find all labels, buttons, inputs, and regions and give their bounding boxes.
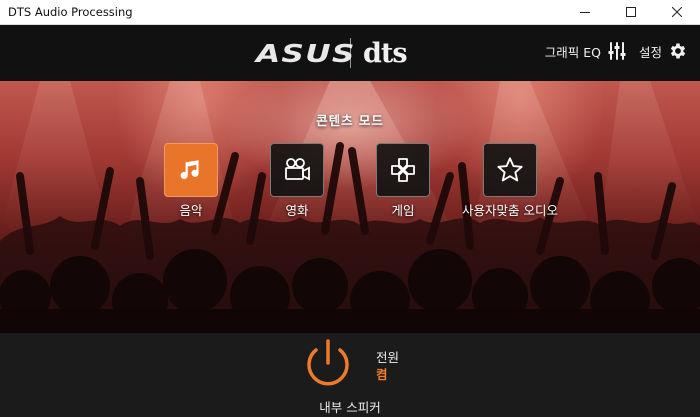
gear-icon — [670, 43, 686, 59]
output-device-label: 내부 스피커 — [319, 400, 381, 415]
mode-movie-button[interactable] — [270, 143, 324, 197]
gamepad-icon — [391, 158, 415, 182]
dts-logo: dts — [363, 37, 408, 69]
music-note-icon — [180, 160, 199, 180]
window-title: DTS Audio Processing — [8, 5, 133, 19]
power-state: 켬 — [376, 367, 388, 382]
app-header: ASUS dts 그래픽 EQ 설정 — [0, 25, 700, 81]
graphic-eq-button[interactable]: 그래픽 EQ — [545, 41, 627, 61]
close-button[interactable] — [654, 0, 700, 25]
power-icon — [307, 339, 349, 386]
settings-label: 설정 — [638, 44, 662, 60]
asus-logo: ASUS — [256, 38, 356, 68]
mode-custom-audio-button[interactable] — [483, 143, 537, 197]
movie-camera-icon — [285, 158, 310, 181]
brand-logo: ASUS dts — [256, 37, 408, 69]
minimize-icon — [580, 12, 590, 13]
mode-game-label: 게임 — [391, 203, 415, 218]
minimize-button[interactable] — [562, 0, 608, 25]
mode-game-button[interactable] — [376, 143, 430, 197]
graphic-eq-label: 그래픽 EQ — [544, 44, 601, 60]
content-mode-title: 콘텐츠 모드 — [316, 113, 384, 128]
maximize-icon — [626, 7, 636, 17]
star-icon — [497, 157, 523, 182]
mode-custom-audio-label: 사용자맞춤 오디오 — [462, 203, 558, 218]
settings-button[interactable]: 설정 — [639, 41, 688, 61]
header-actions: 그래픽 EQ 설정 — [545, 41, 688, 61]
mode-movie-label: 영화 — [285, 203, 309, 218]
power-button[interactable] — [301, 337, 355, 391]
window-title-bar: DTS Audio Processing — [0, 0, 700, 25]
mode-music-label: 음악 — [179, 203, 203, 218]
maximize-button[interactable] — [608, 0, 654, 25]
equalizer-icon — [608, 42, 626, 60]
mode-music-button[interactable] — [164, 143, 218, 197]
close-icon — [672, 7, 682, 17]
